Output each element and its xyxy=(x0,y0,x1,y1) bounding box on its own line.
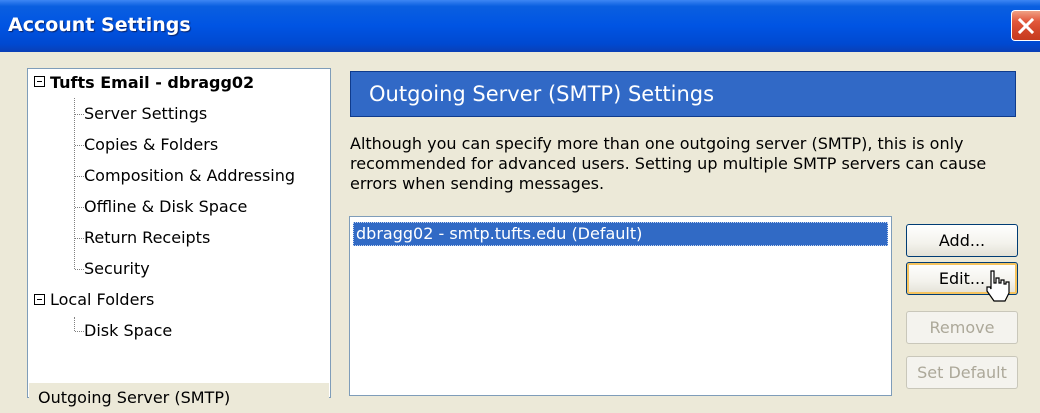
smtp-description: Although you can specify more than one o… xyxy=(350,134,1030,194)
collapse-local-folders-icon[interactable] xyxy=(34,294,45,305)
description-line: recommended for advanced users. Setting … xyxy=(350,154,987,173)
tree-connector xyxy=(75,207,84,208)
tree-connector xyxy=(75,176,84,177)
panel-header: Outgoing Server (SMTP) Settings xyxy=(350,71,1016,117)
collapse-account-icon[interactable] xyxy=(34,76,45,87)
set-default-button[interactable]: Set Default xyxy=(906,356,1018,389)
tree-item-copies-folders[interactable]: Copies & Folders xyxy=(84,131,218,159)
tree-item-offline-disk-space[interactable]: Offline & Disk Space xyxy=(84,193,247,221)
tree-item-security[interactable]: Security xyxy=(84,255,150,283)
close-icon xyxy=(1017,17,1035,35)
add-button[interactable]: Add... xyxy=(906,224,1018,257)
tree-item-outgoing-server[interactable]: Outgoing Server (SMTP) xyxy=(38,384,230,412)
smtp-server-item[interactable]: dbragg02 - smtp.tufts.edu (Default) xyxy=(353,222,888,246)
tree-connector xyxy=(74,317,75,331)
tree-connector xyxy=(75,269,84,270)
tree-item-disk-space[interactable]: Disk Space xyxy=(84,317,172,345)
description-line: errors when sending messages. xyxy=(350,174,605,193)
tree-connector xyxy=(75,114,84,115)
smtp-server-list[interactable]: dbragg02 - smtp.tufts.edu (Default) xyxy=(349,216,892,396)
tree-connector xyxy=(75,238,84,239)
description-line: Although you can specify more than one o… xyxy=(350,134,964,153)
window-title: Account Settings xyxy=(8,14,191,36)
remove-button[interactable]: Remove xyxy=(906,311,1018,344)
hand-cursor-icon xyxy=(986,270,1010,302)
title-bar: Account Settings xyxy=(0,0,1040,52)
tree-item-return-receipts[interactable]: Return Receipts xyxy=(84,224,210,252)
tree-item-composition-addressing[interactable]: Composition & Addressing xyxy=(84,162,295,190)
tree-item-server-settings[interactable]: Server Settings xyxy=(84,100,207,128)
account-tree[interactable]: Tufts Email - dbragg02 Server Settings C… xyxy=(27,68,331,413)
tree-node-local-folders[interactable]: Local Folders xyxy=(50,286,154,314)
tree-connector xyxy=(75,145,84,146)
panel-title: Outgoing Server (SMTP) Settings xyxy=(369,82,715,106)
tree-node-account[interactable]: Tufts Email - dbragg02 xyxy=(50,69,254,97)
close-button[interactable] xyxy=(1011,10,1040,41)
tree-connector xyxy=(74,98,75,269)
tree-connector xyxy=(75,331,84,332)
